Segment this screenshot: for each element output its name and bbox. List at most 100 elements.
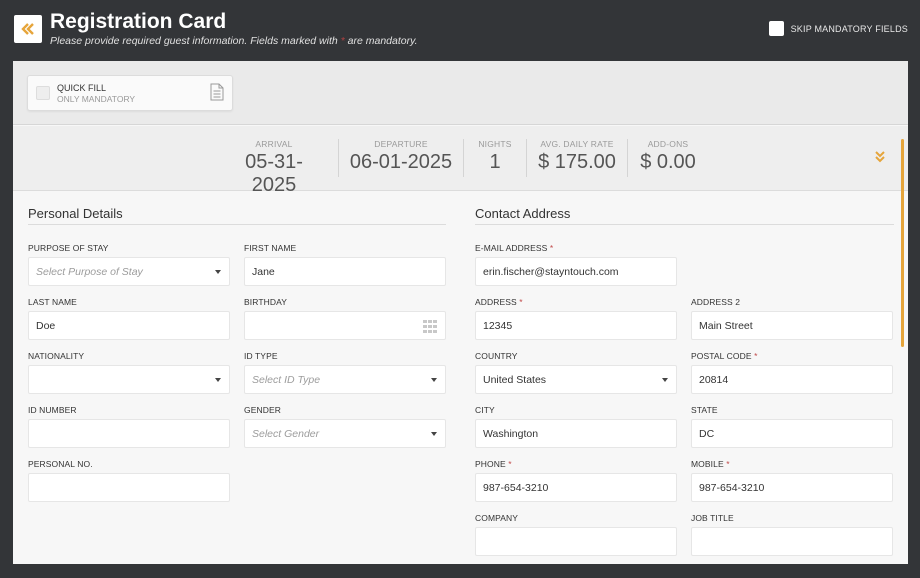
page-subtitle: Please provide required guest informatio… <box>50 35 418 47</box>
subtitle-text: Please provide required guest informatio… <box>50 35 341 47</box>
country-value: United States <box>483 373 547 386</box>
email-label-text: E-MAIL ADDRESS <box>475 243 548 253</box>
back-button[interactable] <box>14 15 42 43</box>
rate-label: AVG. DAILY RATE <box>540 139 614 149</box>
registration-panel: QUICK FILL ONLY MANDATORY ARRIVAL 05-31-… <box>13 61 908 564</box>
required-marker: * <box>754 351 758 361</box>
quick-fill-label: QUICK FILL <box>57 83 107 93</box>
phone-field[interactable]: 987-654-3210 <box>475 473 677 502</box>
id-number-label: ID NUMBER <box>28 405 77 415</box>
contact-address-title: Contact Address <box>475 206 571 221</box>
required-marker: * <box>508 459 512 469</box>
id-type-select[interactable]: Select ID Type <box>244 365 446 394</box>
quick-fill-band: QUICK FILL ONLY MANDATORY <box>13 61 908 125</box>
quick-fill-checkbox[interactable] <box>36 86 50 100</box>
purpose-select[interactable]: Select Purpose of Stay <box>28 257 230 286</box>
gender-select[interactable]: Select Gender <box>244 419 446 448</box>
skip-mandatory-label: SKIP MANDATORY FIELDS <box>790 23 908 34</box>
nights-value: 1 <box>489 151 501 173</box>
quick-fill-button[interactable]: QUICK FILL ONLY MANDATORY <box>27 75 233 111</box>
caret-down-icon <box>431 378 437 382</box>
required-marker: * <box>519 297 523 307</box>
calendar-grid-icon[interactable] <box>423 320 437 336</box>
personal-no-label: PERSONAL NO. <box>28 459 93 469</box>
departure-label: DEPARTURE <box>374 139 428 149</box>
phone-label-text: PHONE <box>475 459 506 469</box>
skip-mandatory-checkbox[interactable] <box>768 21 784 36</box>
last-name-label: LAST NAME <box>28 297 77 307</box>
job-title-field[interactable] <box>691 527 893 556</box>
company-field[interactable] <box>475 527 677 556</box>
mobile-label-text: MOBILE <box>691 459 724 469</box>
required-marker: * <box>726 459 730 469</box>
city-field[interactable]: Washington <box>475 419 677 448</box>
scrollbar[interactable] <box>901 139 904 347</box>
caret-down-icon <box>431 432 437 436</box>
first-name-label: FIRST NAME <box>244 243 297 253</box>
address-label-text: ADDRESS <box>475 297 517 307</box>
email-label: E-MAIL ADDRESS * <box>475 243 553 253</box>
country-select[interactable]: United States <box>475 365 677 394</box>
city-label: CITY <box>475 405 495 415</box>
nights-label: NIGHTS <box>478 139 512 149</box>
header: Registration Card Please provide require… <box>0 0 920 60</box>
section-divider <box>28 224 446 225</box>
double-chevron-down-icon[interactable] <box>874 150 886 168</box>
rate-value: $ 175.00 <box>538 151 616 173</box>
address-field[interactable]: 12345 <box>475 311 677 340</box>
mobile-label: MOBILE * <box>691 459 730 469</box>
arrival-label: ARRIVAL <box>255 139 293 149</box>
departure-value: 06-01-2025 <box>349 151 453 173</box>
rate-summary: AVG. DAILY RATE $ 175.00 <box>535 139 619 174</box>
purpose-label: PURPOSE OF STAY <box>28 243 109 253</box>
skip-mandatory-toggle[interactable]: SKIP MANDATORY FIELDS <box>768 21 908 36</box>
id-type-label: ID TYPE <box>244 351 278 361</box>
postal-code-label-text: POSTAL CODE <box>691 351 752 361</box>
id-type-placeholder: Select ID Type <box>252 373 321 386</box>
addons-value: $ 0.00 <box>640 151 696 173</box>
section-divider <box>475 224 894 225</box>
document-icon <box>210 83 224 106</box>
mobile-field[interactable]: 987-654-3210 <box>691 473 893 502</box>
address2-field[interactable]: Main Street <box>691 311 893 340</box>
nationality-select[interactable] <box>28 365 230 394</box>
addons-label: ADD-ONS <box>647 139 689 149</box>
caret-down-icon <box>215 270 221 274</box>
arrival-summary: ARRIVAL 05-31-2025 <box>224 139 324 197</box>
email-field[interactable]: erin.fischer@stayntouch.com <box>475 257 677 286</box>
quick-fill-sublabel: ONLY MANDATORY <box>57 94 136 104</box>
birthday-field[interactable] <box>244 311 446 340</box>
page-title: Registration Card <box>50 10 227 33</box>
first-name-field[interactable]: Jane <box>244 257 446 286</box>
divider <box>627 139 628 177</box>
state-label: STATE <box>691 405 718 415</box>
birthday-label: BIRTHDAY <box>244 297 287 307</box>
country-label: COUNTRY <box>475 351 518 361</box>
purpose-placeholder: Select Purpose of Stay <box>36 265 143 278</box>
divider <box>463 139 464 177</box>
last-name-field[interactable]: Doe <box>28 311 230 340</box>
address-label: ADDRESS * <box>475 297 523 307</box>
state-field[interactable]: DC <box>691 419 893 448</box>
company-label: COMPANY <box>475 513 519 523</box>
gender-placeholder: Select Gender <box>252 427 320 440</box>
required-marker: * <box>549 243 554 253</box>
arrival-value: 05-31-2025 <box>245 151 303 196</box>
personal-details-title: Personal Details <box>28 206 123 221</box>
postal-code-field[interactable]: 20814 <box>691 365 893 394</box>
caret-down-icon <box>662 378 668 382</box>
personal-no-field[interactable] <box>28 473 230 502</box>
postal-code-label: POSTAL CODE * <box>691 351 758 361</box>
departure-summary: DEPARTURE 06-01-2025 <box>349 139 453 174</box>
id-number-field[interactable] <box>28 419 230 448</box>
nights-summary: NIGHTS 1 <box>471 139 519 174</box>
phone-label: PHONE * <box>475 459 512 469</box>
divider <box>526 139 527 177</box>
caret-down-icon <box>215 378 221 382</box>
job-title-label: JOB TITLE <box>691 513 734 523</box>
stay-summary: ARRIVAL 05-31-2025 DEPARTURE 06-01-2025 … <box>13 126 908 196</box>
double-chevron-left-icon <box>21 23 35 35</box>
nationality-label: NATIONALITY <box>28 351 85 361</box>
subtitle-text-end: are mandatory. <box>344 35 418 47</box>
addons-summary: ADD-ONS $ 0.00 <box>636 139 700 174</box>
